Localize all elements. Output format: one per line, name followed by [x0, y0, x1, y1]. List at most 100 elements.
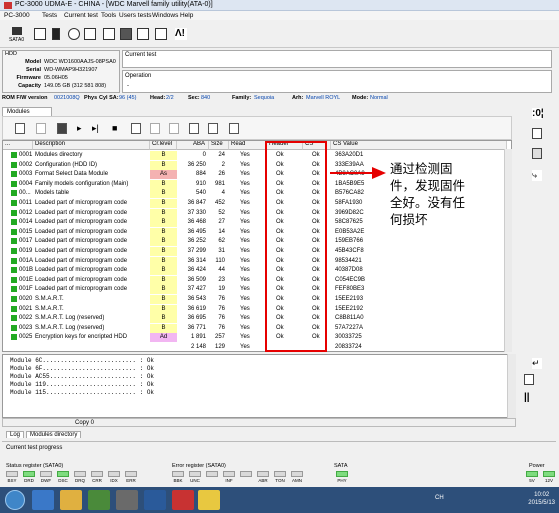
module-status-icon [11, 286, 17, 293]
table-row[interactable]: B 0022 S.M.A.R.T. Log (reserved) 36 695 76 Ye… [3, 314, 511, 324]
power-icon[interactable] [68, 28, 80, 40]
scan-icon[interactable] [84, 28, 96, 40]
col-read[interactable]: Read [229, 141, 267, 150]
row-cs-value: E0B53A2E [335, 228, 365, 235]
module-status-icon [11, 200, 17, 206]
row-cs-value: 45B43CF8 [335, 248, 364, 254]
col-aba[interactable]: ABA [177, 141, 209, 150]
import-icon[interactable] [208, 123, 218, 134]
grid-icon[interactable] [532, 148, 542, 159]
row-description: Loaded part of microprogram code [35, 286, 128, 293]
col-cr-level[interactable]: Cr.level [150, 141, 177, 150]
row-id: 0022 [19, 315, 33, 322]
device-icon[interactable] [52, 28, 60, 40]
step-icon[interactable]: ▸| [92, 123, 99, 134]
table-row[interactable]: B 001A Loaded part of microprogram code 36 … [3, 256, 511, 266]
table-row[interactable]: B 0015 Loaded part of microprogram code 36 … [3, 227, 511, 237]
row-read: Yes [240, 324, 250, 331]
tab-modules[interactable]: Modules [2, 107, 52, 116]
page-icon[interactable] [103, 28, 115, 40]
table-row[interactable]: B 001F Loaded part of microprogram code 37 … [3, 285, 511, 295]
module-icon[interactable] [34, 28, 46, 40]
table-row[interactable]: B 0023 S.M.A.R.T. Log (reserved) 36 771 76 Ye… [3, 323, 511, 333]
copy-count: Copy 0 [75, 420, 95, 426]
save-icon[interactable] [36, 123, 46, 134]
auto-icon[interactable]: Ʌ! [175, 28, 187, 40]
row-size: 981 [214, 180, 225, 187]
menu-tests[interactable]: Tests [42, 12, 57, 19]
col-id[interactable]: ... [3, 141, 33, 150]
table-row[interactable]: B 0001 Modules directory 0 24 Yes Ok Ok 363A20D1 [3, 151, 511, 160]
open-icon[interactable] [15, 123, 25, 134]
sata-port-icon[interactable] [12, 27, 22, 35]
app-icon-2[interactable] [144, 490, 166, 510]
log-save-icon[interactable] [524, 374, 534, 385]
clock[interactable]: 10:02 2015/5/13 [528, 491, 555, 507]
col-cs-value[interactable]: CS Value [331, 141, 507, 150]
table-row[interactable]: Ad 0025 Encryption keys for encripted HDD 1… [3, 333, 511, 343]
row-aba: 1 891 [190, 334, 206, 341]
menu-help[interactable]: Help [180, 12, 193, 19]
tab-log[interactable]: Log [6, 431, 25, 438]
table-row[interactable]: B 0019 Loaded part of microprogram code 37 … [3, 247, 511, 256]
table-row[interactable]: B 0021 S.M.A.R.T. 36 619 76 Yes Ok Ok 15EE2192 [3, 304, 511, 314]
menu-current-test[interactable]: Current test [64, 12, 98, 19]
status-register-label: Status register (SATA0) [6, 463, 64, 469]
sata-label: SATA0 [9, 37, 25, 43]
pc3000-taskbar-icon[interactable] [172, 490, 194, 510]
app-icon-3[interactable] [198, 490, 220, 510]
pause-icon[interactable]: || [524, 392, 534, 403]
table-row[interactable]: B 0017 Loaded part of microprogram code 36 … [3, 237, 511, 247]
stop-icon[interactable]: ■ [112, 123, 117, 133]
list-icon[interactable] [57, 123, 67, 134]
table-row[interactable]: B 001B Loaded part of microprogram code 36 … [3, 266, 511, 276]
paste-icon[interactable] [169, 123, 179, 134]
error-led-label: INF [225, 478, 233, 483]
table-icon[interactable] [137, 28, 149, 40]
module-status-icon [11, 315, 17, 322]
row-cs-value: 1BA5B9E5 [335, 180, 365, 187]
zero-one-icon[interactable]: :0¦ [532, 108, 544, 119]
menu-users-tests[interactable]: Users tests [119, 12, 152, 19]
serial-label: Serial [26, 67, 41, 73]
module-status-icon [11, 209, 17, 216]
current-test-progress: Current test progress [2, 441, 556, 453]
col-size[interactable]: Size [209, 141, 229, 150]
row-id: 0002 [19, 161, 33, 168]
table-row[interactable]: B 0020 S.M.A.R.T. 36 543 76 Yes Ok Ok 15EE2193 [3, 295, 511, 304]
tab-modules-directory[interactable]: Modules directory [26, 431, 82, 438]
chip-icon[interactable] [120, 28, 132, 40]
log-scrollbar[interactable] [507, 354, 516, 418]
media-icon[interactable] [88, 490, 110, 510]
ie-icon[interactable] [32, 490, 54, 510]
log-clear-icon[interactable]: ↵ [532, 358, 542, 369]
panel-icon[interactable] [532, 128, 542, 139]
col-description[interactable]: Description [33, 141, 150, 150]
tool-icon[interactable] [155, 28, 167, 40]
row-aba: 36 314 [187, 257, 206, 264]
current-test-label: Current test [125, 52, 157, 58]
menu-windows[interactable]: Windows [152, 12, 178, 19]
copy-icon[interactable] [150, 123, 160, 134]
row-description: Loaded part of microprogram code [35, 228, 128, 235]
error-led [189, 471, 201, 477]
model-label: Model [25, 59, 41, 65]
flow-icon[interactable]: ⤷ [532, 170, 542, 181]
menu-pc3000[interactable]: PC-3000 [4, 12, 30, 19]
module-status-icon [11, 334, 17, 341]
start-button[interactable] [5, 490, 25, 510]
table-row[interactable]: 2 148 129 Yes 20833724 [3, 343, 511, 351]
error-led-label: BBK [173, 478, 183, 483]
explorer-icon[interactable] [60, 490, 82, 510]
export-icon[interactable] [189, 123, 199, 134]
play-icon[interactable]: ▸ [77, 123, 82, 134]
menu-tools[interactable]: Tools [101, 12, 116, 19]
table-row[interactable]: B 001E Loaded part of microprogram code 36 … [3, 275, 511, 285]
print-icon[interactable] [131, 123, 141, 134]
log-output: Module 6C.......................... : Ok… [2, 354, 516, 418]
modules-toolbar: ▸ ▸| ■ [2, 116, 512, 140]
app-icon-1[interactable] [116, 490, 138, 510]
language-indicator[interactable]: CH [435, 495, 444, 501]
annotation-text: 通过检测固 件，发现固件 全好。没有任 何损坏 [390, 160, 510, 228]
refresh-icon[interactable] [229, 123, 239, 134]
